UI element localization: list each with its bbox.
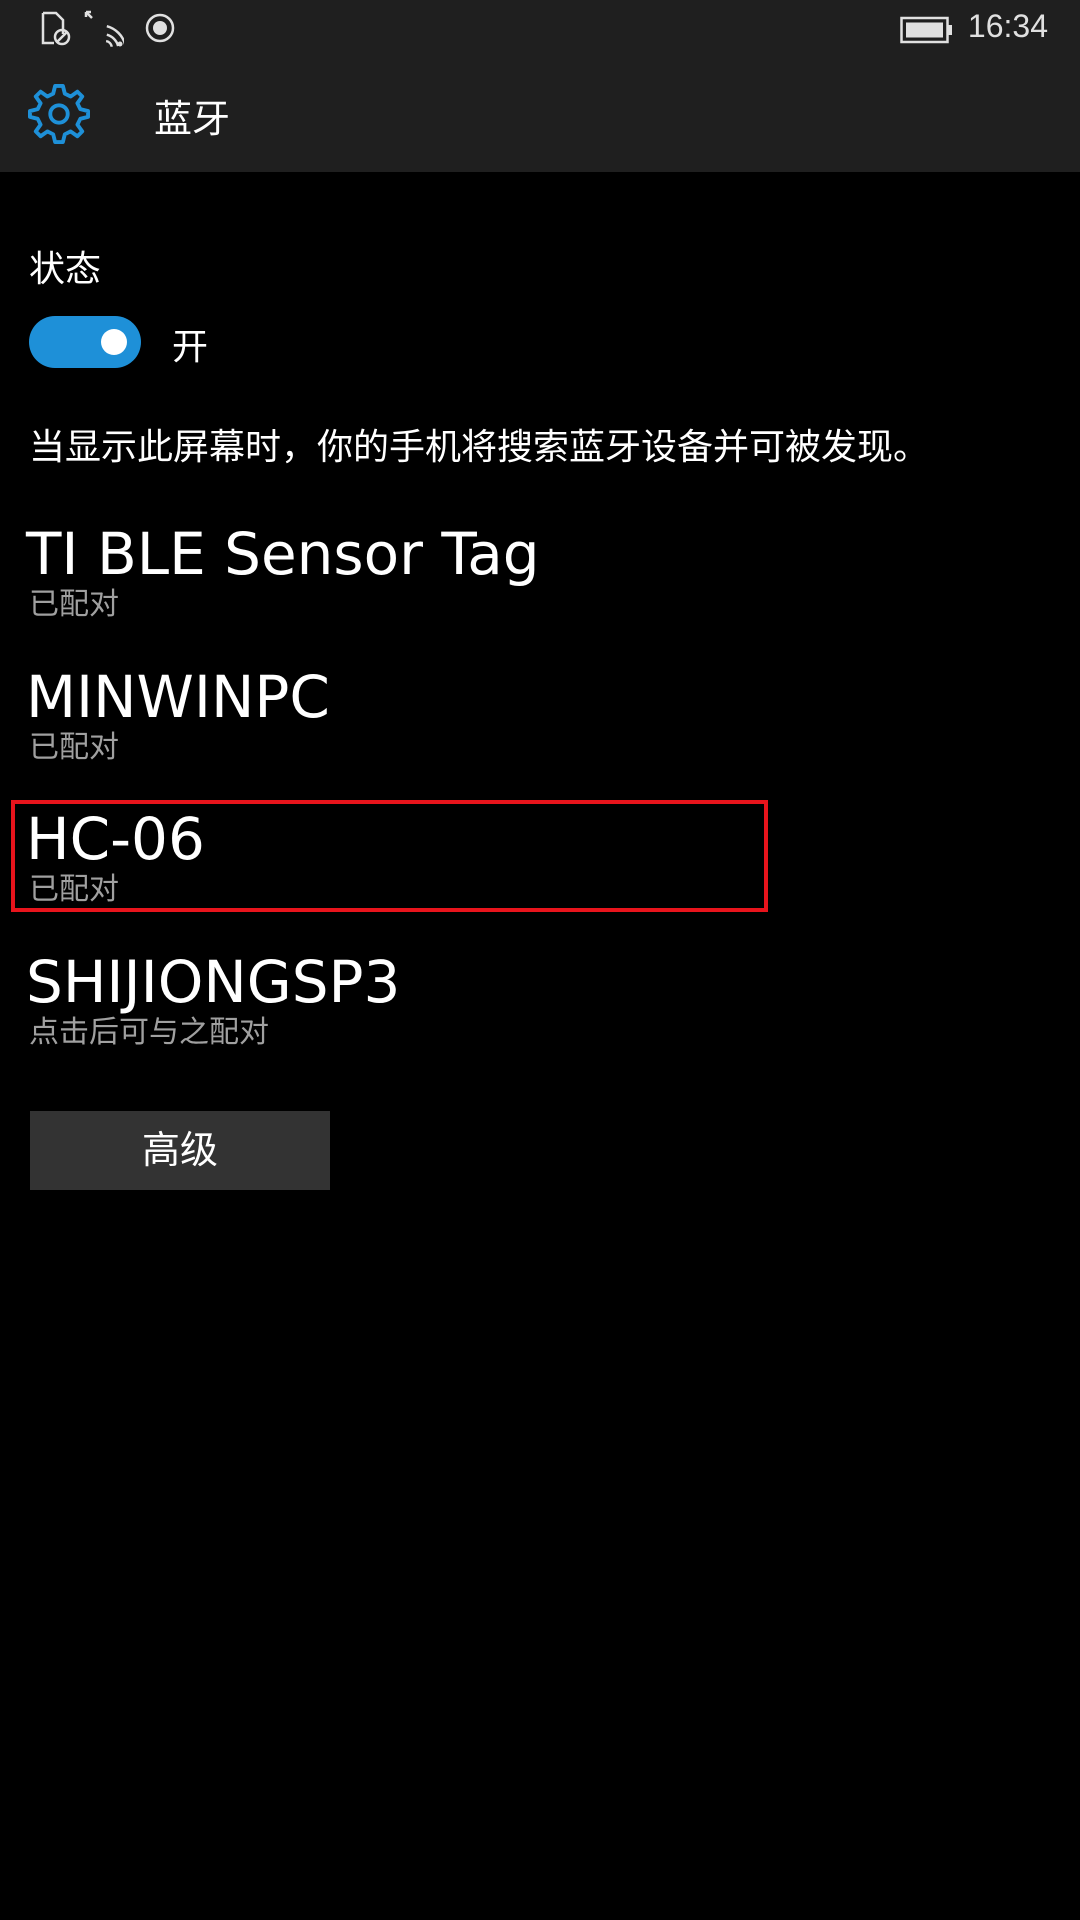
advanced-button[interactable]: 高级 <box>30 1111 330 1190</box>
device-item[interactable]: SHIJIONGSP3 点击后可与之配对 <box>26 949 926 1051</box>
clock: 16:34 <box>967 8 1048 44</box>
battery-icon <box>900 16 952 44</box>
device-status: 已配对 <box>29 587 119 622</box>
device-item-hc-06[interactable]: HC-06 已配对 <box>26 806 926 908</box>
device-item[interactable]: TI BLE Sensor Tag 已配对 <box>26 521 926 623</box>
no-sim-icon <box>41 11 71 46</box>
status-bar: 16:34 <box>0 0 1080 60</box>
device-status: 点击后可与之配对 <box>29 1015 269 1050</box>
device-name: SHIJIONGSP3 <box>26 948 401 1016</box>
device-status: 已配对 <box>29 872 119 907</box>
gear-icon <box>28 83 90 144</box>
toggle-state-label: 开 <box>172 327 209 368</box>
toggle-knob <box>101 329 127 355</box>
wifi-icon <box>84 10 124 48</box>
discovery-description: 当显示此屏幕时，你的手机将搜索蓝牙设备并可被发现。 <box>29 427 930 468</box>
device-name: MINWINPC <box>26 663 330 731</box>
device-name: HC-06 <box>26 805 205 873</box>
device-item[interactable]: MINWINPC 已配对 <box>26 664 926 766</box>
device-name: TI BLE Sensor Tag <box>26 520 540 588</box>
device-status: 已配对 <box>29 730 119 765</box>
state-label: 状态 <box>29 249 102 290</box>
app-header: 蓝牙 <box>0 60 1080 172</box>
location-icon <box>145 13 175 43</box>
page-title: 蓝牙 <box>154 97 231 141</box>
bluetooth-toggle[interactable] <box>29 316 141 368</box>
